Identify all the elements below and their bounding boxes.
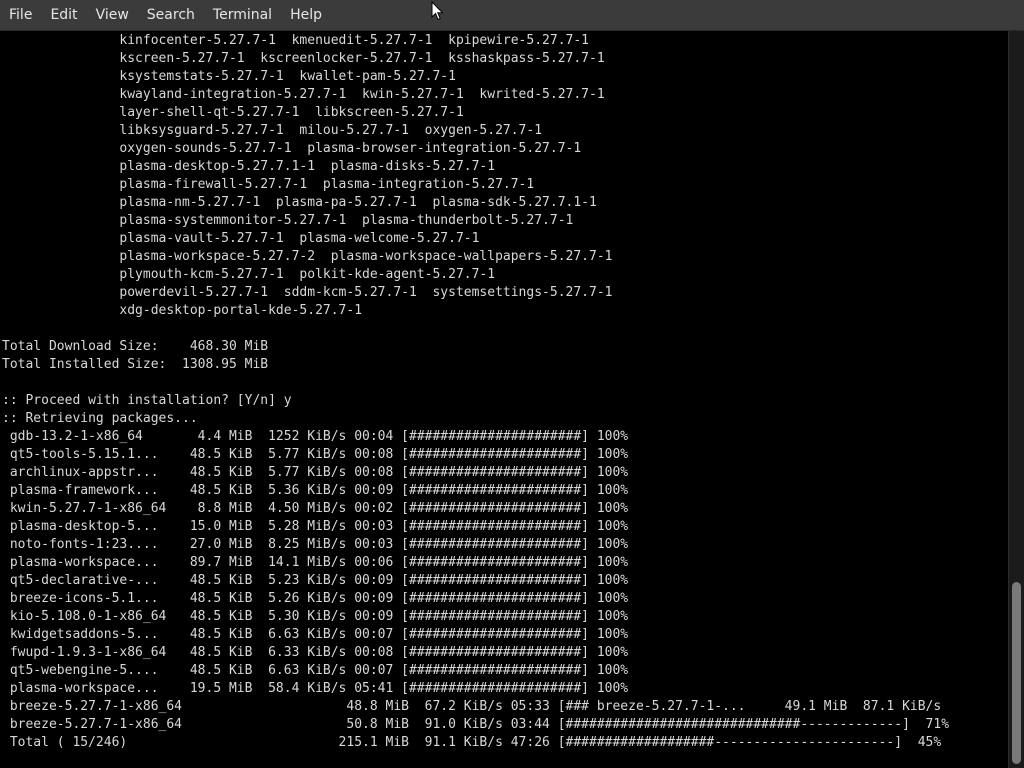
terminal-lines: kinfocenter-5.27.7-1 kmenuedit-5.27.7-1 … [2, 32, 949, 752]
terminal-line: qt5-declarative-... 48.5 KiB 5.23 KiB/s … [2, 573, 629, 588]
terminal-line: kwayland-integration-5.27.7-1 kwin-5.27.… [2, 87, 605, 102]
terminal-line: plasma-workspace... 89.7 MiB 14.1 MiB/s … [2, 555, 629, 570]
terminal-line: libksysguard-5.27.7-1 milou-5.27.7-1 oxy… [2, 123, 543, 138]
terminal-line: plasma-desktop-5... 15.0 MiB 5.28 MiB/s … [2, 519, 629, 534]
terminal-line: Total ( 15/246) 215.1 MiB 91.1 KiB/s 47:… [2, 735, 942, 750]
menu-file[interactable]: File [0, 0, 41, 30]
terminal-line: plasma-firewall-5.27.7-1 plasma-integrat… [2, 177, 535, 192]
menu-help[interactable]: Help [281, 0, 331, 30]
terminal-line: plasma-desktop-5.27.7.1-1 plasma-disks-5… [2, 159, 496, 174]
terminal-line: qt5-webengine-5.... 48.5 KiB 6.63 KiB/s … [2, 663, 629, 678]
terminal-line: xdg-desktop-portal-kde-5.27.7-1 [2, 303, 363, 318]
terminal-line: :: Retrieving packages... [2, 411, 198, 426]
terminal-line: breeze-5.27.7-1-x86_64 48.8 MiB 67.2 KiB… [2, 699, 942, 714]
terminal-line: powerdevil-5.27.7-1 sddm-kcm-5.27.7-1 sy… [2, 285, 613, 300]
terminal-line: kscreen-5.27.7-1 kscreenlocker-5.27.7-1 … [2, 51, 605, 66]
terminal-line: kwidgetsaddons-5... 48.5 KiB 6.63 KiB/s … [2, 627, 629, 642]
terminal-line: plymouth-kcm-5.27.7-1 polkit-kde-agent-5… [2, 267, 496, 282]
terminal-line: :: Proceed with installation? [Y/n] y [2, 393, 292, 408]
terminal-line: plasma-systemmonitor-5.27.7-1 plasma-thu… [2, 213, 574, 228]
terminal-line: gdb-13.2-1-x86_64 4.4 MiB 1252 KiB/s 00:… [2, 429, 629, 444]
mouse-cursor-icon [431, 1, 444, 21]
terminal-output[interactable]: kinfocenter-5.27.7-1 kmenuedit-5.27.7-1 … [0, 31, 1008, 768]
menu-bar: File Edit View Search Terminal Help [0, 0, 1024, 31]
terminal-line: plasma-vault-5.27.7-1 plasma-welcome-5.2… [2, 231, 480, 246]
terminal-line: plasma-nm-5.27.7-1 plasma-pa-5.27.7-1 pl… [2, 195, 597, 210]
terminal-line: fwupd-1.9.3-1-x86_64 48.5 KiB 6.33 KiB/s… [2, 645, 629, 660]
terminal-line: kio-5.108.0-1-x86_64 48.5 KiB 5.30 KiB/s… [2, 609, 629, 624]
terminal-line: plasma-framework... 48.5 KiB 5.36 KiB/s … [2, 483, 629, 498]
terminal-line: qt5-tools-5.15.1... 48.5 KiB 5.77 KiB/s … [2, 447, 629, 462]
terminal-line: kinfocenter-5.27.7-1 kmenuedit-5.27.7-1 … [2, 33, 589, 48]
terminal-line: archlinux-appstr... 48.5 KiB 5.77 KiB/s … [2, 465, 629, 480]
terminal-line: breeze-5.27.7-1-x86_64 50.8 MiB 91.0 KiB… [2, 717, 950, 732]
terminal-line: ksystemstats-5.27.7-1 kwallet-pam-5.27.7… [2, 69, 456, 84]
menu-search[interactable]: Search [138, 0, 204, 30]
terminal-line: plasma-workspace-5.27.7-2 plasma-workspa… [2, 249, 613, 264]
menu-view[interactable]: View [87, 0, 138, 30]
menu-terminal[interactable]: Terminal [204, 0, 281, 30]
scrollbar-thumb[interactable] [1012, 582, 1021, 764]
terminal-line: Total Download Size: 468.30 MiB [2, 339, 269, 354]
terminal-line: kwin-5.27.7-1-x86_64 8.8 MiB 4.50 MiB/s … [2, 501, 629, 516]
terminal-line: Total Installed Size: 1308.95 MiB [2, 357, 269, 372]
terminal-line: noto-fonts-1:23.... 27.0 MiB 8.25 MiB/s … [2, 537, 629, 552]
menu-edit[interactable]: Edit [41, 0, 86, 30]
terminal-line: oxygen-sounds-5.27.7-1 plasma-browser-in… [2, 141, 582, 156]
terminal-line: layer-shell-qt-5.27.7-1 libkscreen-5.27.… [2, 105, 464, 120]
terminal-line: plasma-workspace... 19.5 MiB 58.4 KiB/s … [2, 681, 629, 696]
vertical-scrollbar[interactable] [1008, 31, 1024, 768]
terminal-line: breeze-icons-5.1... 48.5 KiB 5.26 KiB/s … [2, 591, 629, 606]
